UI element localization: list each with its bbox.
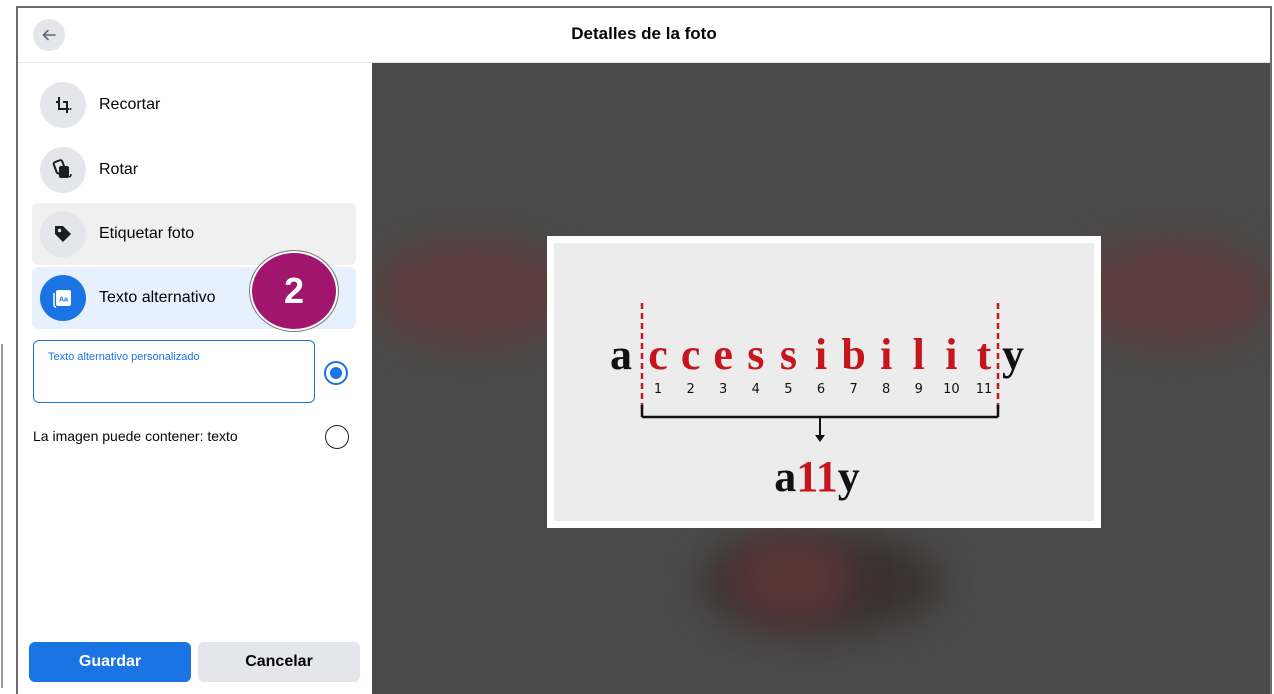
- word-letter: c: [681, 330, 701, 379]
- page-title: Detalles de la foto: [571, 24, 717, 43]
- rotate-icon: [40, 147, 86, 193]
- word-last-letter: y: [1002, 330, 1024, 379]
- numeronym-result: a11y: [774, 452, 860, 501]
- menu-label-alt-text: Texto alternativo: [99, 289, 216, 306]
- letter-number: 8: [882, 382, 890, 397]
- result-suffix: y: [838, 452, 860, 501]
- word-letter: e: [713, 330, 733, 379]
- dialog-header: Detalles de la foto: [18, 8, 1270, 63]
- letter-number: 1: [654, 382, 662, 397]
- word-letter: s: [747, 330, 764, 379]
- cancel-button[interactable]: Cancelar: [198, 642, 360, 682]
- word-first-letter: a: [610, 330, 632, 379]
- window-edge: [1, 344, 3, 688]
- letter-number: 11: [976, 382, 993, 397]
- blurred-background: [1072, 238, 1270, 348]
- letter-number: 10: [943, 382, 960, 397]
- letter-number: 9: [915, 382, 923, 397]
- letter-number: 7: [849, 382, 857, 397]
- accessibility-image: a y ccessibilit 1 2 3 4 5 6 7 8 9 10 11 a11y: [554, 243, 1094, 521]
- word-letter: c: [648, 330, 668, 379]
- menu-label-tag-photo: Etiquetar foto: [99, 225, 195, 242]
- result-number: 11: [796, 452, 838, 501]
- bracket-ends: [640, 405, 1000, 417]
- word-letter: i: [945, 330, 957, 379]
- result-prefix: a: [774, 452, 796, 501]
- preview-photo: a y ccessibilit 1 2 3 4 5 6 7 8 9 10 11 a11y: [547, 236, 1101, 528]
- photo-preview-area: a y ccessibilit 1 2 3 4 5 6 7 8 9 10 11 a11y: [372, 63, 1270, 694]
- crop-icon: [40, 82, 86, 128]
- letter-number: 3: [719, 382, 727, 397]
- blurred-background: [372, 238, 572, 348]
- letter-number: 4: [752, 382, 760, 397]
- letter-number: 5: [784, 382, 792, 397]
- menu-label-rotate: Rotar: [99, 161, 139, 178]
- custom-alt-text-field[interactable]: Texto alternativo personalizado: [33, 340, 315, 403]
- edit-sidebar: Recortar Rotar Etiquetar foto Aa Texto a…: [18, 63, 370, 694]
- word-letter: i: [880, 330, 892, 379]
- step-number-badge: 2: [250, 251, 338, 331]
- word-letter: t: [977, 330, 992, 379]
- word-letter: i: [815, 330, 827, 379]
- letter-number: 2: [686, 382, 694, 397]
- word-middle-letters: ccessibilit: [648, 330, 991, 379]
- custom-alt-text-label: Texto alternativo personalizado: [48, 351, 200, 363]
- menu-label-crop: Recortar: [99, 96, 161, 113]
- photo-details-dialog: Detalles de la foto Recortar Rotar Etiqu…: [16, 6, 1272, 694]
- custom-alt-text-radio[interactable]: [324, 361, 348, 385]
- auto-alt-text-label: La imagen puede contener: texto: [33, 428, 238, 444]
- tag-icon: [40, 211, 86, 257]
- auto-alt-text-radio[interactable]: [325, 425, 349, 449]
- word-letter: l: [913, 330, 925, 379]
- word-letter: s: [780, 330, 797, 379]
- svg-text:Aa: Aa: [59, 297, 68, 304]
- menu-item-rotate[interactable]: Rotar: [32, 139, 356, 201]
- arrow-head: [815, 435, 825, 442]
- blurred-background: [732, 533, 852, 623]
- letter-count-numbers: 1 2 3 4 5 6 7 8 9 10 11: [654, 382, 992, 397]
- word-letter: b: [841, 330, 865, 379]
- alt-text-icon: Aa: [40, 275, 86, 321]
- menu-item-crop[interactable]: Recortar: [32, 74, 356, 136]
- save-button[interactable]: Guardar: [29, 642, 191, 682]
- letter-number: 6: [817, 382, 825, 397]
